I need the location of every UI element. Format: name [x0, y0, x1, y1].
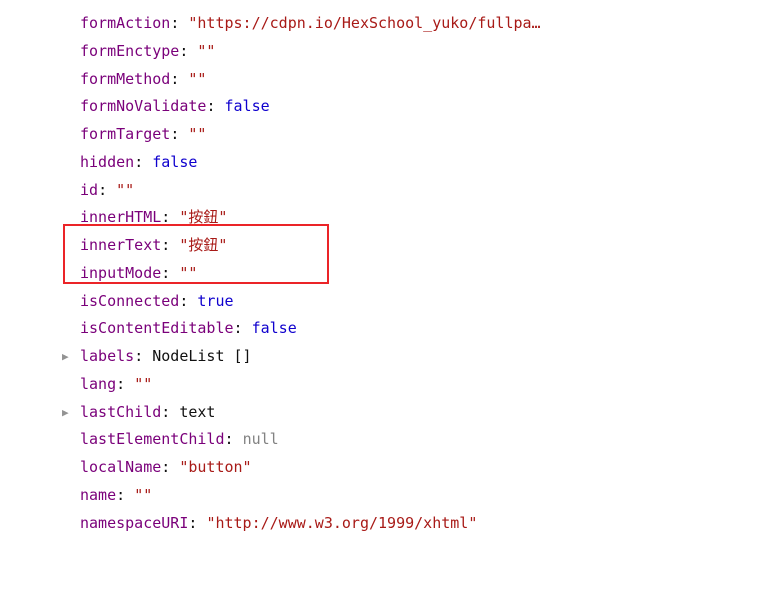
property-value: ""	[188, 125, 206, 143]
property-row-innerText[interactable]: innerText: "按鈕"	[0, 232, 764, 260]
property-row-hidden[interactable]: hidden: false	[0, 149, 764, 177]
property-name: inputMode	[80, 264, 161, 282]
colon: :	[225, 430, 243, 448]
colon: :	[170, 125, 188, 143]
property-value: ""	[179, 264, 197, 282]
property-row-labels[interactable]: ▶ labels: NodeList []	[0, 343, 764, 371]
property-value: "http://www.w3.org/1999/xhtml"	[206, 514, 477, 532]
colon: :	[161, 264, 179, 282]
property-name: formAction	[80, 14, 170, 32]
colon: :	[188, 514, 206, 532]
property-row-lang[interactable]: lang: ""	[0, 371, 764, 399]
property-value: false	[225, 97, 270, 115]
colon: :	[134, 153, 152, 171]
colon: :	[161, 458, 179, 476]
property-value: false	[152, 153, 197, 171]
disclosure-triangle-icon[interactable]: ▶	[62, 343, 76, 371]
property-name: innerText	[80, 236, 161, 254]
property-name: formTarget	[80, 125, 170, 143]
property-row-localName[interactable]: localName: "button"	[0, 454, 764, 482]
property-value: null	[243, 430, 279, 448]
property-name: labels	[80, 347, 134, 365]
property-row-name[interactable]: name: ""	[0, 482, 764, 510]
colon: :	[170, 14, 188, 32]
property-name: localName	[80, 458, 161, 476]
property-row-formTarget[interactable]: formTarget: ""	[0, 121, 764, 149]
property-name: lastChild	[80, 403, 161, 421]
colon: :	[170, 70, 188, 88]
property-name: formEnctype	[80, 42, 179, 60]
property-row-innerHTML[interactable]: innerHTML: "按鈕"	[0, 204, 764, 232]
property-row-formEnctype[interactable]: formEnctype: ""	[0, 38, 764, 66]
property-value: false	[252, 319, 297, 337]
property-value: "button"	[179, 458, 251, 476]
property-value: ""	[188, 70, 206, 88]
property-row-lastElementChild[interactable]: lastElementChild: null	[0, 426, 764, 454]
disclosure-triangle-icon[interactable]: ▶	[62, 399, 76, 427]
property-row-isContentEditable[interactable]: isContentEditable: false	[0, 315, 764, 343]
property-row-formNoValidate[interactable]: formNoValidate: false	[0, 93, 764, 121]
property-name: innerHTML	[80, 208, 161, 226]
property-name: hidden	[80, 153, 134, 171]
property-value: "按鈕"	[179, 208, 227, 226]
property-value: ""	[134, 486, 152, 504]
colon: :	[179, 42, 197, 60]
property-row-formAction[interactable]: formAction: "https://cdpn.io/HexSchool_y…	[0, 10, 764, 38]
colon: :	[116, 486, 134, 504]
colon: :	[161, 208, 179, 226]
property-name: formNoValidate	[80, 97, 206, 115]
property-row-lastChild[interactable]: ▶ lastChild: text	[0, 399, 764, 427]
property-value: ""	[116, 181, 134, 199]
colon: :	[98, 181, 116, 199]
colon: :	[234, 319, 252, 337]
property-name: name	[80, 486, 116, 504]
property-value: ""	[134, 375, 152, 393]
property-name: isContentEditable	[80, 319, 234, 337]
colon: :	[179, 292, 197, 310]
property-name: formMethod	[80, 70, 170, 88]
property-name: lastElementChild	[80, 430, 225, 448]
property-value: true	[197, 292, 233, 310]
property-value: "按鈕"	[179, 236, 227, 254]
property-name: lang	[80, 375, 116, 393]
property-row-isConnected[interactable]: isConnected: true	[0, 288, 764, 316]
property-name: namespaceURI	[80, 514, 188, 532]
property-row-formMethod[interactable]: formMethod: ""	[0, 66, 764, 94]
colon: :	[206, 97, 224, 115]
colon: :	[161, 403, 179, 421]
property-row-id[interactable]: id: ""	[0, 177, 764, 205]
property-row-namespaceURI[interactable]: namespaceURI: "http://www.w3.org/1999/xh…	[0, 510, 764, 538]
colon: :	[161, 236, 179, 254]
property-name: id	[80, 181, 98, 199]
property-name: isConnected	[80, 292, 179, 310]
property-value: "https://cdpn.io/HexSchool_yuko/fullpa…	[188, 14, 540, 32]
colon: :	[134, 347, 152, 365]
property-value: ""	[197, 42, 215, 60]
property-value: text	[179, 403, 215, 421]
colon: :	[116, 375, 134, 393]
property-row-inputMode[interactable]: inputMode: ""	[0, 260, 764, 288]
property-value: NodeList []	[152, 347, 251, 365]
